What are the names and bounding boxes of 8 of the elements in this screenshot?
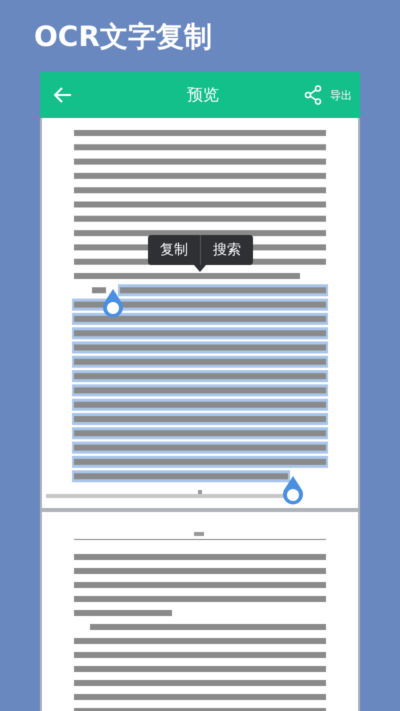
headline: OCR文字复制 [34, 19, 213, 55]
menu-item[interactable]: 复制 [148, 235, 200, 265]
menu-item[interactable]: 搜索 [201, 235, 253, 265]
back-icon[interactable] [54, 87, 72, 103]
selection-handle[interactable] [281, 475, 305, 505]
screen-title: 预览 [186, 84, 220, 106]
share-icon [304, 85, 322, 105]
selection-handle[interactable] [101, 288, 125, 318]
